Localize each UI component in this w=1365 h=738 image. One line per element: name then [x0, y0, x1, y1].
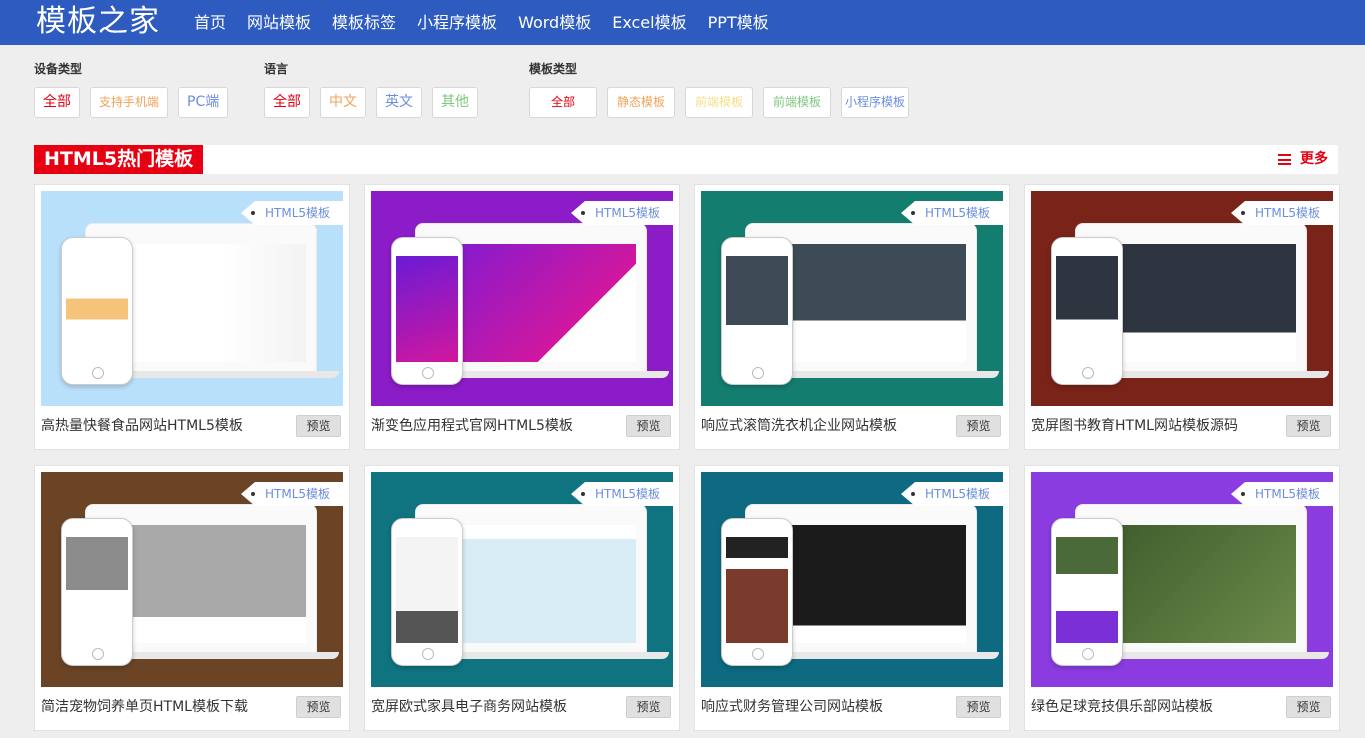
template-thumbnail[interactable]: HTML5模板 — [1031, 472, 1333, 687]
template-thumbnail[interactable]: HTML5模板 — [701, 191, 1003, 406]
template-tag: HTML5模板 — [901, 201, 1003, 225]
template-thumbnail[interactable]: HTML5模板 — [371, 191, 673, 406]
phone-mockup — [61, 237, 133, 385]
type-miniprogram-option[interactable]: 小程序模板 — [841, 87, 909, 118]
template-title[interactable]: 绿色足球竞技俱乐部网站模板 — [1031, 697, 1213, 717]
template-title[interactable]: 宽屏图书教育HTML网站模板源码 — [1031, 416, 1238, 436]
template-card[interactable]: HTML5模板 响应式财务管理公司网站模板 预览 — [694, 465, 1010, 731]
template-thumbnail[interactable]: HTML5模板 — [1031, 191, 1333, 406]
template-thumbnail[interactable]: HTML5模板 — [41, 472, 343, 687]
template-card[interactable]: HTML5模板 高热量快餐食品网站HTML5模板 预览 — [34, 184, 350, 450]
phone-mockup — [391, 237, 463, 385]
type-all-option[interactable]: 全部 — [529, 87, 597, 118]
template-card[interactable]: HTML5模板 宽屏欧式家具电子商务网站模板 预览 — [364, 465, 680, 731]
language-chinese-option[interactable]: 中文 — [320, 87, 366, 118]
filter-template-type-label: 模板类型 — [529, 62, 578, 76]
site-logo[interactable]: 模板之家 — [36, 2, 160, 42]
template-tag: HTML5模板 — [241, 482, 343, 506]
template-tag: HTML5模板 — [901, 482, 1003, 506]
template-tag: HTML5模板 — [1231, 201, 1333, 225]
nav-home[interactable]: 首页 — [194, 0, 226, 45]
template-title[interactable]: 宽屏欧式家具电子商务网站模板 — [371, 697, 567, 717]
filter-language: 语言 全部 中文 英文 其他 — [264, 60, 488, 118]
preview-button[interactable]: 预览 — [1286, 415, 1331, 437]
type-frontend-option[interactable]: 前端模板 — [685, 87, 753, 118]
template-title[interactable]: 简洁宠物饲养单页HTML模板下载 — [41, 697, 248, 717]
type-static-option[interactable]: 静态模板 — [607, 87, 675, 118]
filter-template-type: 模板类型 全部 静态模板 前端模板 前端模板 小程序模板 — [529, 60, 919, 118]
nav-word-templates[interactable]: Word模板 — [518, 0, 591, 45]
phone-mockup — [1051, 237, 1123, 385]
template-thumbnail[interactable]: HTML5模板 — [41, 191, 343, 406]
phone-mockup — [721, 518, 793, 666]
language-all-option[interactable]: 全部 — [264, 87, 310, 118]
template-tag: HTML5模板 — [571, 482, 673, 506]
template-card[interactable]: HTML5模板 响应式滚筒洗衣机企业网站模板 预览 — [694, 184, 1010, 450]
template-tag: HTML5模板 — [1231, 482, 1333, 506]
device-mobile-option[interactable]: 支持手机端 — [90, 87, 169, 118]
template-title[interactable]: 高热量快餐食品网站HTML5模板 — [41, 416, 243, 436]
nav-excel-templates[interactable]: Excel模板 — [612, 0, 686, 45]
preview-button[interactable]: 预览 — [1286, 696, 1331, 718]
main-nav: 首页 网站模板 模板标签 小程序模板 Word模板 Excel模板 PPT模板 — [194, 0, 790, 45]
template-card[interactable]: HTML5模板 宽屏图书教育HTML网站模板源码 预览 — [1024, 184, 1340, 450]
preview-button[interactable]: 预览 — [626, 415, 671, 437]
template-title[interactable]: 响应式滚筒洗衣机企业网站模板 — [701, 416, 897, 436]
phone-mockup — [1051, 518, 1123, 666]
template-thumbnail[interactable]: HTML5模板 — [701, 472, 1003, 687]
device-pc-option[interactable]: PC端 — [178, 87, 229, 118]
top-header: 模板之家 首页 网站模板 模板标签 小程序模板 Word模板 Excel模板 P… — [0, 0, 1365, 45]
section-bar: HTML5热门模板 更多 — [34, 145, 1338, 174]
template-tag: HTML5模板 — [571, 201, 673, 225]
phone-mockup — [61, 518, 133, 666]
preview-button[interactable]: 预览 — [296, 415, 341, 437]
nav-ppt-templates[interactable]: PPT模板 — [708, 0, 769, 45]
more-label: 更多 — [1300, 151, 1328, 167]
list-icon — [1278, 154, 1291, 165]
preview-button[interactable]: 预览 — [956, 415, 1001, 437]
preview-button[interactable]: 预览 — [296, 696, 341, 718]
type-frontend-option-2[interactable]: 前端模板 — [763, 87, 831, 118]
template-tag: HTML5模板 — [241, 201, 343, 225]
template-card[interactable]: HTML5模板 简洁宠物饲养单页HTML模板下载 预览 — [34, 465, 350, 731]
nav-miniprogram-templates[interactable]: 小程序模板 — [417, 0, 497, 45]
phone-mockup — [721, 237, 793, 385]
filter-device-label: 设备类型 — [34, 62, 83, 76]
template-title[interactable]: 渐变色应用程式官网HTML5模板 — [371, 416, 573, 436]
device-all-option[interactable]: 全部 — [34, 87, 80, 118]
template-card[interactable]: HTML5模板 绿色足球竞技俱乐部网站模板 预览 — [1024, 465, 1340, 731]
template-card[interactable]: HTML5模板 渐变色应用程式官网HTML5模板 预览 — [364, 184, 680, 450]
preview-button[interactable]: 预览 — [626, 696, 671, 718]
filter-device: 设备类型 全部 支持手机端 PC端 — [34, 60, 238, 118]
preview-button[interactable]: 预览 — [956, 696, 1001, 718]
phone-mockup — [391, 518, 463, 666]
template-thumbnail[interactable]: HTML5模板 — [371, 472, 673, 687]
language-other-option[interactable]: 其他 — [432, 87, 478, 118]
section-title: HTML5热门模板 — [34, 145, 204, 174]
more-link[interactable]: 更多 — [1278, 145, 1328, 174]
template-title[interactable]: 响应式财务管理公司网站模板 — [701, 697, 883, 717]
filter-language-label: 语言 — [264, 62, 289, 76]
nav-website-templates[interactable]: 网站模板 — [247, 0, 311, 45]
nav-template-tags[interactable]: 模板标签 — [332, 0, 396, 45]
language-english-option[interactable]: 英文 — [376, 87, 422, 118]
